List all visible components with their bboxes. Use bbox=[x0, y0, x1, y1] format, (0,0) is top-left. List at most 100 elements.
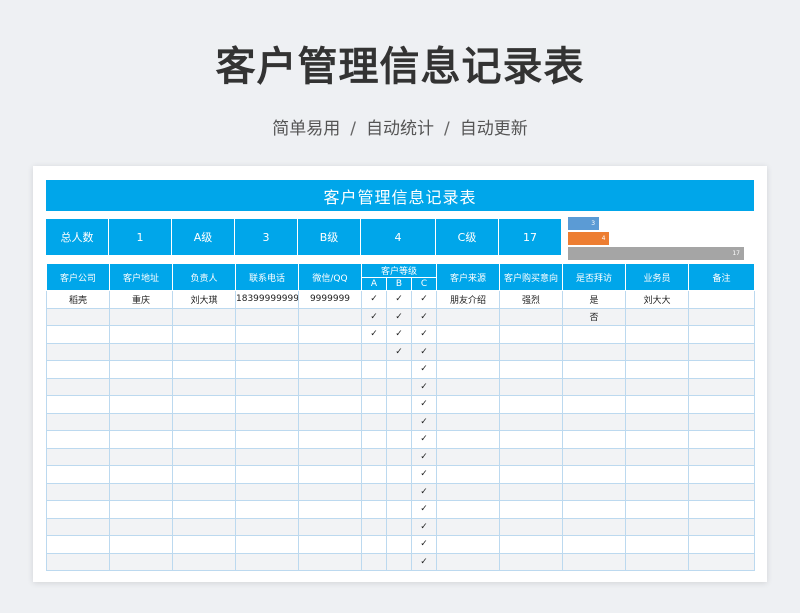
cell-visited[interactable] bbox=[562, 517, 627, 536]
cell-b[interactable] bbox=[386, 535, 412, 554]
cell-a[interactable] bbox=[361, 500, 387, 519]
cell-phone[interactable] bbox=[235, 482, 299, 501]
cell-phone[interactable] bbox=[235, 360, 299, 379]
cell-b[interactable] bbox=[386, 482, 412, 501]
cell-b[interactable] bbox=[386, 430, 412, 449]
cell-wechat[interactable] bbox=[298, 360, 362, 379]
cell-remark[interactable] bbox=[688, 552, 756, 571]
cell-intent[interactable] bbox=[499, 377, 564, 396]
cell-owner[interactable] bbox=[172, 517, 236, 536]
cell-owner[interactable]: 刘大琪 bbox=[172, 290, 236, 309]
cell-intent[interactable] bbox=[499, 412, 564, 431]
cell-phone[interactable] bbox=[235, 500, 299, 519]
cell-source[interactable] bbox=[436, 447, 501, 466]
cell-owner[interactable] bbox=[172, 430, 236, 449]
cell-salesman[interactable] bbox=[625, 500, 690, 519]
cell-b[interactable] bbox=[386, 552, 412, 571]
cell-address[interactable] bbox=[109, 552, 173, 571]
cell-remark[interactable] bbox=[688, 535, 756, 554]
cell-c[interactable]: ✓ bbox=[410, 360, 438, 379]
cell-phone[interactable] bbox=[235, 430, 299, 449]
cell-address[interactable]: 重庆 bbox=[109, 290, 173, 309]
cell-c[interactable]: ✓ bbox=[410, 377, 438, 396]
cell-phone[interactable] bbox=[235, 465, 299, 484]
cell-c[interactable]: ✓ bbox=[410, 430, 438, 449]
cell-intent[interactable] bbox=[499, 360, 564, 379]
cell-owner[interactable] bbox=[172, 412, 236, 431]
cell-salesman[interactable] bbox=[625, 307, 690, 326]
cell-b[interactable]: ✓ bbox=[386, 325, 412, 344]
cell-visited[interactable] bbox=[562, 552, 627, 571]
cell-address[interactable] bbox=[109, 465, 173, 484]
cell-salesman[interactable] bbox=[625, 482, 690, 501]
cell-c[interactable]: ✓ bbox=[410, 412, 438, 431]
cell-phone[interactable] bbox=[235, 377, 299, 396]
cell-visited[interactable] bbox=[562, 482, 627, 501]
cell-phone[interactable] bbox=[235, 307, 299, 326]
cell-source[interactable] bbox=[436, 360, 501, 379]
cell-source[interactable] bbox=[436, 552, 501, 571]
cell-address[interactable] bbox=[109, 430, 173, 449]
summary-total-label[interactable]: 总人数 bbox=[46, 219, 109, 255]
cell-owner[interactable] bbox=[172, 307, 236, 326]
cell-phone[interactable] bbox=[235, 535, 299, 554]
cell-source[interactable] bbox=[436, 395, 501, 414]
cell-b[interactable]: ✓ bbox=[386, 342, 412, 361]
cell-wechat[interactable] bbox=[298, 500, 362, 519]
cell-wechat[interactable] bbox=[298, 307, 362, 326]
cell-company[interactable] bbox=[46, 342, 110, 361]
cell-salesman[interactable] bbox=[625, 517, 690, 536]
cell-b[interactable] bbox=[386, 500, 412, 519]
cell-intent[interactable] bbox=[499, 447, 564, 466]
cell-address[interactable] bbox=[109, 395, 173, 414]
cell-company[interactable] bbox=[46, 412, 110, 431]
cell-salesman[interactable]: 刘大大 bbox=[625, 290, 690, 309]
summary-b-label[interactable]: B级 bbox=[298, 219, 361, 255]
cell-intent[interactable] bbox=[499, 307, 564, 326]
cell-a[interactable] bbox=[361, 412, 387, 431]
cell-address[interactable] bbox=[109, 412, 173, 431]
cell-a[interactable] bbox=[361, 517, 387, 536]
cell-remark[interactable] bbox=[688, 465, 756, 484]
cell-c[interactable]: ✓ bbox=[410, 342, 438, 361]
cell-salesman[interactable] bbox=[625, 465, 690, 484]
cell-visited[interactable]: 是 bbox=[562, 290, 627, 309]
cell-c[interactable]: ✓ bbox=[410, 307, 438, 326]
cell-intent[interactable] bbox=[499, 500, 564, 519]
cell-intent[interactable] bbox=[499, 552, 564, 571]
cell-phone[interactable] bbox=[235, 412, 299, 431]
cell-wechat[interactable] bbox=[298, 342, 362, 361]
cell-intent[interactable] bbox=[499, 342, 564, 361]
cell-a[interactable] bbox=[361, 552, 387, 571]
cell-visited[interactable] bbox=[562, 395, 627, 414]
cell-a[interactable] bbox=[361, 430, 387, 449]
cell-owner[interactable] bbox=[172, 447, 236, 466]
cell-b[interactable] bbox=[386, 412, 412, 431]
cell-source[interactable] bbox=[436, 500, 501, 519]
cell-phone[interactable] bbox=[235, 325, 299, 344]
cell-company[interactable] bbox=[46, 430, 110, 449]
cell-phone[interactable]: 18399999999 bbox=[235, 290, 299, 309]
cell-c[interactable]: ✓ bbox=[410, 535, 438, 554]
cell-source[interactable] bbox=[436, 482, 501, 501]
cell-c[interactable]: ✓ bbox=[410, 395, 438, 414]
cell-visited[interactable] bbox=[562, 535, 627, 554]
cell-address[interactable] bbox=[109, 325, 173, 344]
cell-remark[interactable] bbox=[688, 325, 756, 344]
cell-salesman[interactable] bbox=[625, 447, 690, 466]
cell-remark[interactable] bbox=[688, 500, 756, 519]
cell-company[interactable] bbox=[46, 360, 110, 379]
cell-remark[interactable] bbox=[688, 412, 756, 431]
cell-intent[interactable] bbox=[499, 430, 564, 449]
cell-a[interactable] bbox=[361, 360, 387, 379]
cell-company[interactable] bbox=[46, 552, 110, 571]
cell-company[interactable] bbox=[46, 395, 110, 414]
cell-company[interactable]: 稻壳 bbox=[46, 290, 110, 309]
cell-source[interactable]: 朋友介绍 bbox=[436, 290, 501, 309]
cell-phone[interactable] bbox=[235, 447, 299, 466]
cell-a[interactable] bbox=[361, 535, 387, 554]
cell-a[interactable] bbox=[361, 447, 387, 466]
cell-company[interactable] bbox=[46, 465, 110, 484]
cell-company[interactable] bbox=[46, 535, 110, 554]
cell-c[interactable]: ✓ bbox=[410, 290, 438, 309]
